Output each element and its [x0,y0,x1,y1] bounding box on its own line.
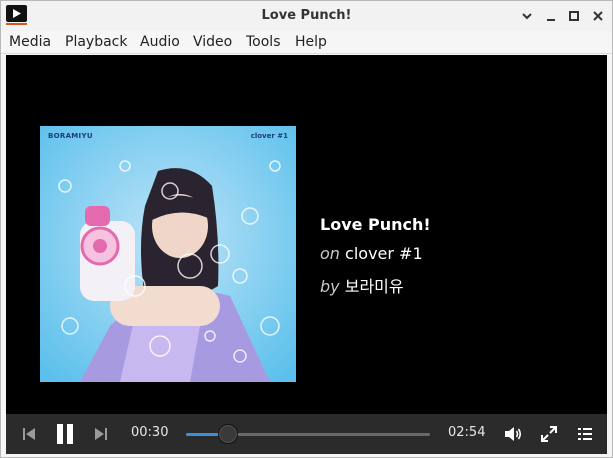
menu-media[interactable]: Media [9,34,51,50]
track-album-line: on clover #1 [320,244,431,263]
title-bar: Love Punch! [1,1,612,31]
video-area[interactable]: BORAMIYU clover #1 Love Punch! on clover… [6,55,607,414]
playlist-button[interactable] [572,414,598,454]
previous-button[interactable] [16,414,42,454]
artist-prefix: by [320,277,340,296]
fullscreen-button[interactable] [536,414,562,454]
total-duration: 02:54 [448,425,486,440]
fullscreen-icon [541,426,557,442]
track-metadata: Love Punch! on clover #1 by 보라미유 [320,215,431,307]
context-help-button[interactable] [518,7,536,25]
skip-previous-icon [23,428,35,440]
skip-next-icon [95,428,107,440]
album-prefix: on [320,244,340,263]
playlist-icon [578,428,592,440]
speaker-volume-icon [505,427,522,441]
maximize-button[interactable] [565,7,583,25]
close-button[interactable] [589,7,607,25]
pause-icon [57,424,73,444]
album-name: clover #1 [345,244,423,263]
volume-button[interactable] [500,414,526,454]
cover-artist-tag: BORAMIYU [48,132,93,140]
track-artist-line: by 보라미유 [320,273,431,297]
album-cover-art: BORAMIYU clover #1 [40,126,296,382]
menu-bar: Media Playback Audio Video Tools Help [1,31,612,54]
artist-name: 보라미유 [344,277,404,296]
media-player-window: Love Punch! Media Playback Audio Video T… [0,0,613,458]
menu-playback[interactable]: Playback [65,34,127,50]
elapsed-time: 00:30 [131,425,169,440]
menu-help[interactable]: Help [295,34,327,50]
menu-audio[interactable]: Audio [140,34,180,50]
menu-tools[interactable]: Tools [246,34,281,50]
pause-button[interactable] [50,414,80,454]
seek-bar[interactable] [186,424,430,444]
playback-controls: 00:30 02:54 [6,414,607,454]
cover-album-tag: clover #1 [250,132,288,140]
menu-video[interactable]: Video [193,34,232,50]
minimize-button[interactable] [542,7,560,25]
seek-handle[interactable] [217,424,238,444]
next-button[interactable] [88,414,114,454]
track-title: Love Punch! [320,215,431,234]
